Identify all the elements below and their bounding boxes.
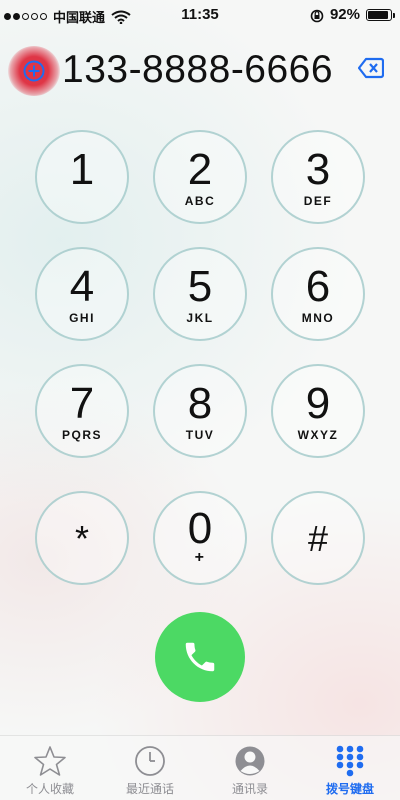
tab-label: 个人收藏 — [25, 782, 74, 796]
key-digit: 9 — [305, 379, 331, 428]
status-right: 92% — [310, 6, 395, 23]
key-4[interactable]: 4 GHI — [35, 247, 129, 341]
status-bar: 中国联通 11:35 92% — [0, 0, 400, 30]
key-letters: JKL — [186, 311, 214, 325]
key-hash[interactable]: # — [271, 491, 365, 585]
battery-percent: 92% — [329, 6, 360, 23]
tab-bar: 个人收藏 最近通话 通讯录 拨号键盘 — [0, 735, 400, 800]
key-5[interactable]: 5 JKL — [153, 247, 247, 341]
key-digit: 0 — [187, 504, 213, 553]
keypad-icon — [336, 745, 364, 777]
key-digit: 3 — [305, 145, 331, 194]
key-9[interactable]: 9 WXYZ — [271, 364, 365, 458]
key-letters: WXYZ — [297, 428, 339, 442]
tab-keypad[interactable]: 拨号键盘 — [300, 742, 400, 797]
key-digit: 8 — [187, 379, 213, 428]
call-button[interactable] — [155, 612, 245, 702]
key-digit: 1 — [69, 145, 95, 194]
key-letters: PQRS — [61, 428, 102, 442]
key-letters: TUV — [185, 428, 215, 442]
tab-favorites[interactable]: 个人收藏 — [0, 742, 100, 797]
dialed-number: 133-8888-6666 — [62, 48, 334, 91]
contacts-icon — [235, 746, 265, 776]
key-letters: ABC — [184, 194, 216, 208]
key-letters: MNO — [301, 311, 335, 325]
key-digit: 6 — [305, 262, 331, 311]
clock-icon — [135, 746, 165, 776]
key-7[interactable]: 7 PQRS — [35, 364, 129, 458]
backspace-icon — [357, 57, 385, 79]
phone-icon — [185, 642, 215, 672]
key-digit: # — [307, 518, 329, 559]
key-star[interactable]: * — [35, 491, 129, 585]
key-digit: 5 — [187, 262, 213, 311]
tab-label: 最近通话 — [125, 782, 174, 796]
star-icon — [34, 746, 66, 776]
battery-icon — [366, 8, 395, 21]
key-2[interactable]: 2 ABC — [153, 130, 247, 224]
key-8[interactable]: 8 TUV — [153, 364, 247, 458]
tab-label: 拨号键盘 — [325, 782, 374, 796]
key-letters: + — [194, 549, 206, 566]
tab-label: 通讯录 — [231, 782, 268, 796]
key-letters: DEF — [303, 194, 333, 208]
battery-fill — [368, 10, 389, 19]
key-digit: 2 — [187, 145, 213, 194]
key-1[interactable]: 1 — [35, 130, 129, 224]
key-digit: * — [74, 518, 89, 559]
key-6[interactable]: 6 MNO — [271, 247, 365, 341]
key-digit: 4 — [69, 262, 95, 311]
plus-circle-icon — [23, 60, 45, 82]
tab-contacts[interactable]: 通讯录 — [200, 742, 300, 797]
number-display: 133-8888-6666 — [0, 44, 400, 100]
delete-button[interactable] — [357, 57, 385, 84]
key-3[interactable]: 3 DEF — [271, 130, 365, 224]
add-contact-button[interactable] — [8, 46, 60, 96]
key-letters: GHI — [69, 311, 95, 325]
key-0[interactable]: 0 + — [153, 491, 247, 585]
tab-recents[interactable]: 最近通话 — [100, 742, 200, 797]
key-digit: 7 — [69, 379, 95, 428]
rotation-lock-icon — [310, 9, 324, 22]
